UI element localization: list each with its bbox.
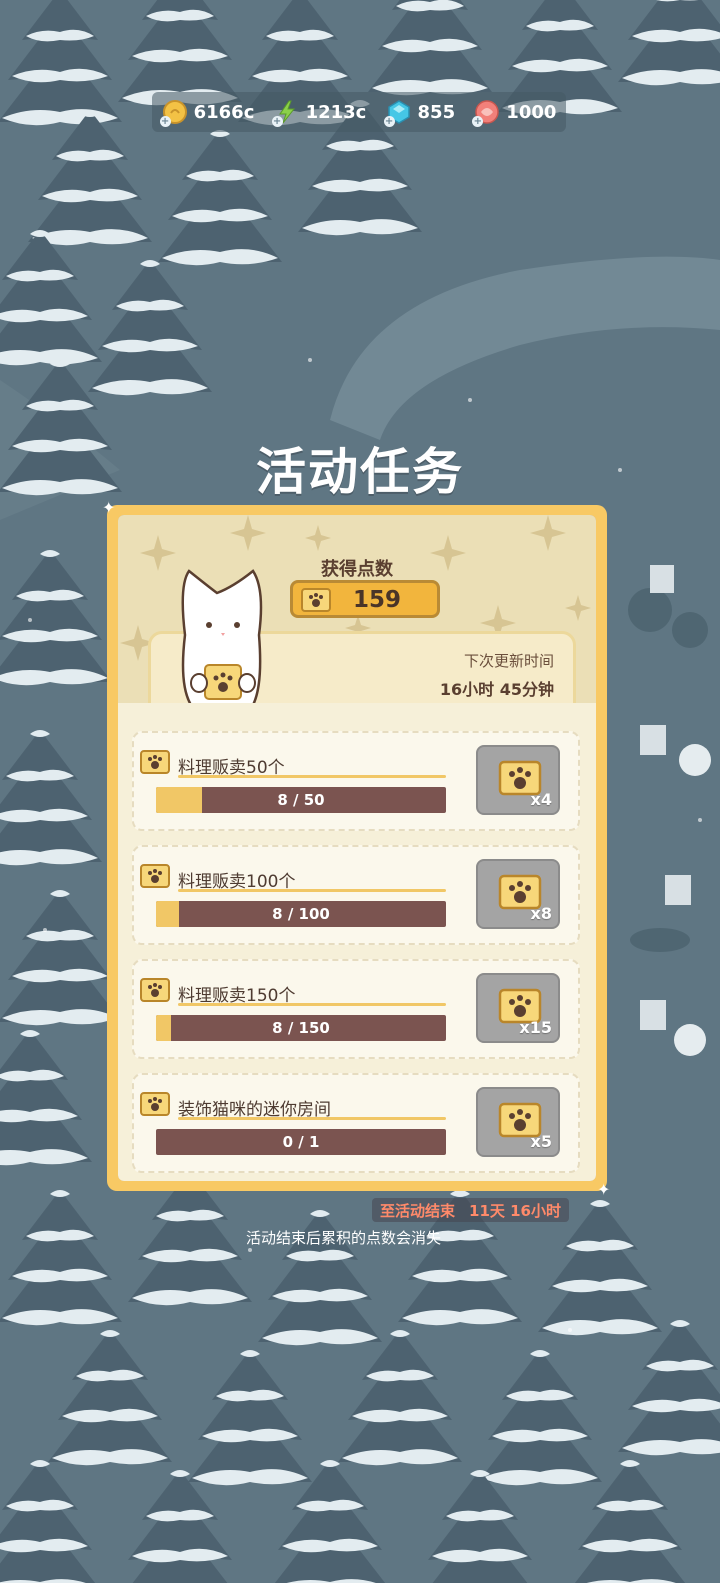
currency-gem[interactable]: + 855: [383, 99, 456, 127]
task-underline: [178, 775, 446, 778]
event-task-panel: 获得点数 159 下次更新时间 16小时 45分钟 料理贩卖50个 8 / 50…: [107, 505, 607, 1191]
paw-ticket-icon: [140, 864, 170, 888]
reward-button[interactable]: x15: [476, 973, 560, 1043]
lightning-icon: +: [271, 99, 300, 127]
energy-amount: 1213c: [305, 101, 367, 123]
paw-ticket-icon: [301, 588, 331, 612]
fishball-amount: 1000: [506, 101, 557, 123]
task-underline: [178, 889, 446, 892]
gold-amount: 6166c: [193, 101, 255, 123]
points-box: 159: [290, 580, 440, 618]
timer-label: 下次更新时间: [463, 652, 554, 670]
task-item: 料理贩卖100个 8 / 100 x8: [132, 845, 580, 945]
panel-header: 获得点数 159 下次更新时间 16小时 45分钟: [118, 515, 596, 703]
gem-icon: +: [383, 99, 412, 127]
progress-text: 8 / 50: [277, 791, 325, 809]
task-item: 装饰猫咪的迷你房间 0 / 1 x5: [132, 1073, 580, 1173]
task-item: 料理贩卖50个 8 / 50 x4: [132, 731, 580, 831]
currency-energy[interactable]: + 1213c: [271, 99, 367, 127]
reward-button[interactable]: x4: [476, 745, 560, 815]
paw-ticket-icon: [140, 978, 170, 1002]
reward-count: x15: [519, 1018, 552, 1037]
paw-ticket-icon: [140, 1092, 170, 1116]
deadline-value: 11天 16小时: [469, 1201, 561, 1220]
event-deadline: 至活动结束 11天 16小时: [372, 1198, 569, 1222]
points-value: 159: [353, 587, 402, 613]
progress-text: 0 / 1: [282, 1133, 320, 1151]
sparkle-icon: ✦: [102, 498, 116, 517]
task-item: 料理贩卖150个 8 / 150 x15: [132, 959, 580, 1059]
panel-inner: 获得点数 159 下次更新时间 16小时 45分钟 料理贩卖50个 8 / 50…: [118, 515, 596, 1181]
currency-fishball[interactable]: + 1000: [472, 99, 557, 127]
currency-gold[interactable]: + 6166c: [159, 99, 255, 127]
progress-bar: 0 / 1: [156, 1129, 446, 1155]
paw-ticket-icon: [140, 750, 170, 774]
points-expire-warning: 活动结束后累积的点数会消失: [246, 1229, 442, 1247]
progress-text: 8 / 100: [272, 905, 330, 923]
page-title: 活动任务: [256, 443, 464, 501]
fish-ball-icon: +: [472, 99, 500, 127]
timer-value: 16小时 45分钟: [439, 680, 554, 699]
sparkle-icon: ✦: [597, 1180, 611, 1199]
currency-bar: + 6166c + 1213c + 855 + 1000: [152, 92, 566, 132]
task-list: 料理贩卖50个 8 / 50 x4 料理贩卖100个 8 / 100 x8 料理…: [118, 703, 596, 1181]
reward-count: x4: [530, 790, 552, 809]
task-underline: [178, 1003, 446, 1006]
white-cat-mascot: [181, 569, 263, 703]
gem-amount: 855: [417, 101, 456, 123]
reward-count: x8: [530, 904, 552, 923]
reward-button[interactable]: x8: [476, 859, 560, 929]
progress-text: 8 / 150: [272, 1019, 330, 1037]
reward-button[interactable]: x5: [476, 1087, 560, 1157]
progress-bar: 8 / 50: [156, 787, 446, 813]
task-underline: [178, 1117, 446, 1120]
deadline-label: 至活动结束: [380, 1201, 456, 1220]
progress-bar: 8 / 150: [156, 1015, 446, 1041]
gold-coin-icon: +: [159, 99, 188, 127]
reward-count: x5: [530, 1132, 552, 1151]
progress-bar: 8 / 100: [156, 901, 446, 927]
